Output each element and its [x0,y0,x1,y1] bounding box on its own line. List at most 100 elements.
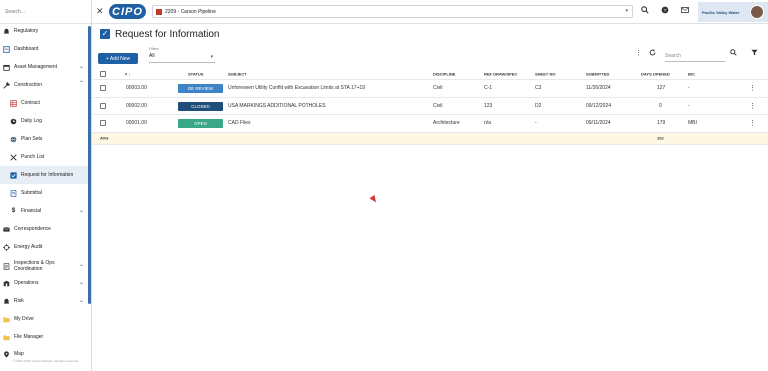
sidebar-item-submittal[interactable]: Submittal [0,184,88,202]
tools-icon [3,81,10,89]
sidebar-item-label-line2: Coordination [14,266,43,272]
close-icon[interactable]: ✕ [96,6,104,17]
chevron-down-icon[interactable]: ⌄ [79,207,84,214]
chevron-down-icon[interactable]: ⌄ [79,261,84,268]
col-header-subject[interactable]: SUBJECT [228,71,247,76]
sidebar-item-correspondence[interactable]: Correspondence [0,220,88,238]
project-name: 2209 - Carson Pipeline [165,8,216,15]
row-menu-icon[interactable]: ⋮ [749,119,756,127]
dropdown-arrow-icon: ▾ [625,8,628,14]
rfi-number: 00003.00 [126,85,147,92]
risk-icon [3,298,10,305]
row-menu-icon[interactable]: ⋮ [749,102,756,110]
filter-icon[interactable] [751,49,758,58]
dropdown-arrow-icon: ▾ [210,54,213,60]
sidebar-item-risk[interactable]: Risk ⌄ [0,292,88,310]
sidebar-item-contract[interactable]: Contract [0,94,88,112]
sidebar-item-label: Dashboard [14,46,39,52]
row-checkbox[interactable] [100,85,106,92]
search-input[interactable]: Search [665,50,725,62]
rfi-ref: C-1 [484,85,493,92]
sidebar-search[interactable] [0,0,91,24]
sidebar-item-punch-list[interactable]: Punch List [0,148,88,166]
search-icon[interactable] [730,49,737,58]
table-row[interactable]: 00001.00 OPEN CAD Files Architecture n/a… [92,115,768,133]
sidebar: Regulatory Dashboard Asset Management ⌄ … [0,0,92,371]
page-title: Request for Information [115,29,220,40]
chevron-down-icon[interactable]: ⌄ [79,297,84,304]
col-header-status[interactable]: STATUS [188,71,203,76]
sidebar-item-label: Asset Management [14,64,58,70]
sidebar-item-regulatory[interactable]: Regulatory [0,22,88,40]
filter-select[interactable]: All ▾ [149,53,215,63]
sidebar-item-construction[interactable]: Construction ⌃ [0,76,88,94]
sidebar-item-inspections[interactable]: Inspections & Ops Coordination ⌄ [0,256,88,276]
rfi-submitted: 09/12/2024 [586,102,612,109]
add-new-button[interactable]: + Add New [98,53,138,64]
sidebar-item-financial[interactable]: $ Financial ⌄ [0,202,88,220]
chevron-up-icon[interactable]: ⌃ [79,80,84,87]
check-icon [10,171,17,179]
building-icon [3,280,10,287]
help-icon[interactable]: ? [661,6,669,16]
sidebar-item-energy-audit[interactable]: Energy Audit [0,238,88,256]
rfi-sheet: C3 [535,85,542,92]
col-header-ref[interactable]: REF DRAW/SPEC [484,71,517,76]
col-header-discipline[interactable]: DISCIPLINE [433,71,455,76]
sidebar-item-daily-log[interactable]: Daily Log [0,112,88,130]
cipo-logo[interactable]: CIPO [109,4,146,19]
rfi-subject: USA MARKINGS ADDITIONAL POTHOLES [228,102,326,109]
col-header-bic[interactable]: BIC [688,71,695,76]
sidebar-item-label: Punch List [21,154,45,160]
table-row[interactable]: 00002.00 CLOSED USA MARKINGS ADDITIONAL … [92,98,768,115]
rfi-number: 00001.00 [126,120,147,127]
sidebar-item-label: Risk [14,298,24,304]
organization-name: Pacific Valley Water [702,9,740,15]
sidebar-item-request-for-information[interactable]: Request for Information [0,166,88,184]
project-selector[interactable]: 2209 - Carson Pipeline ▾ [152,5,633,18]
sidebar-item-operations[interactable]: Operations ⌄ [0,274,88,292]
rfi-subject: CAD Files [228,120,251,127]
sidebar-item-file-manager[interactable]: File Manager [0,328,88,346]
status-badge: CLOSED [178,101,223,111]
mail-icon[interactable] [681,6,689,16]
row-checkbox[interactable] [100,120,106,127]
sidebar-item-label: Construction [14,82,43,88]
rfi-sheet: D2 [535,102,542,109]
sidebar-item-label: File Manager [14,334,44,340]
rfi-bic: - [688,85,690,92]
doc-icon [10,189,17,197]
col-header-days-opened[interactable]: DAYS OPENED [641,71,670,76]
row-checkbox[interactable] [100,102,106,109]
sidebar-item-my-drive[interactable]: My Drive [0,310,88,328]
sidebar-item-dashboard[interactable]: Dashboard [0,40,88,58]
sidebar-item-label: Inspections & Ops Coordination [14,260,55,272]
row-menu-icon[interactable]: ⋮ [749,84,756,92]
sidebar-item-label: Correspondence [14,226,51,232]
rfi-table: # ↓ STATUS SUBJECT DISCIPLINE REF DRAW/S… [92,68,768,145]
sidebar-item-label: Financial [21,208,42,214]
table-row[interactable]: 00003.00 DE REVIEW Unforeseen Utility Co… [92,80,768,98]
chevron-down-icon[interactable]: ⌄ [79,279,84,286]
chevron-down-icon[interactable]: ⌄ [79,63,84,70]
avg-days-opened: 102 [657,135,664,141]
status-badge: OPEN [178,119,223,128]
sidebar-scrollbar[interactable] [88,26,91,304]
sidebar-item-asset-management[interactable]: Asset Management ⌄ [0,58,88,76]
select-all-checkbox[interactable] [100,70,106,77]
avatar[interactable] [750,5,764,19]
more-options-icon[interactable]: ⋮ [635,49,642,57]
col-header-sheet[interactable]: SHEET NO [535,71,555,76]
col-header-submitted[interactable]: SUBMITTED [586,71,609,76]
search-icon[interactable] [641,6,649,16]
dashboard-icon [3,45,10,53]
table-header: # ↓ STATUS SUBJECT DISCIPLINE REF DRAW/S… [92,68,768,80]
refresh-icon[interactable] [649,49,656,58]
grid-icon [10,99,17,107]
sidebar-footer: © 2024 CIPO Cloud Software. All rights r… [13,359,79,363]
sidebar-search-input[interactable] [5,8,86,15]
sidebar-item-plan-sets[interactable]: Plan Sets [0,130,88,148]
average-row: AVG 102 [92,132,768,145]
organization-badge[interactable]: Pacific Valley Water [698,2,768,22]
col-header-number[interactable]: # ↓ [125,71,130,76]
